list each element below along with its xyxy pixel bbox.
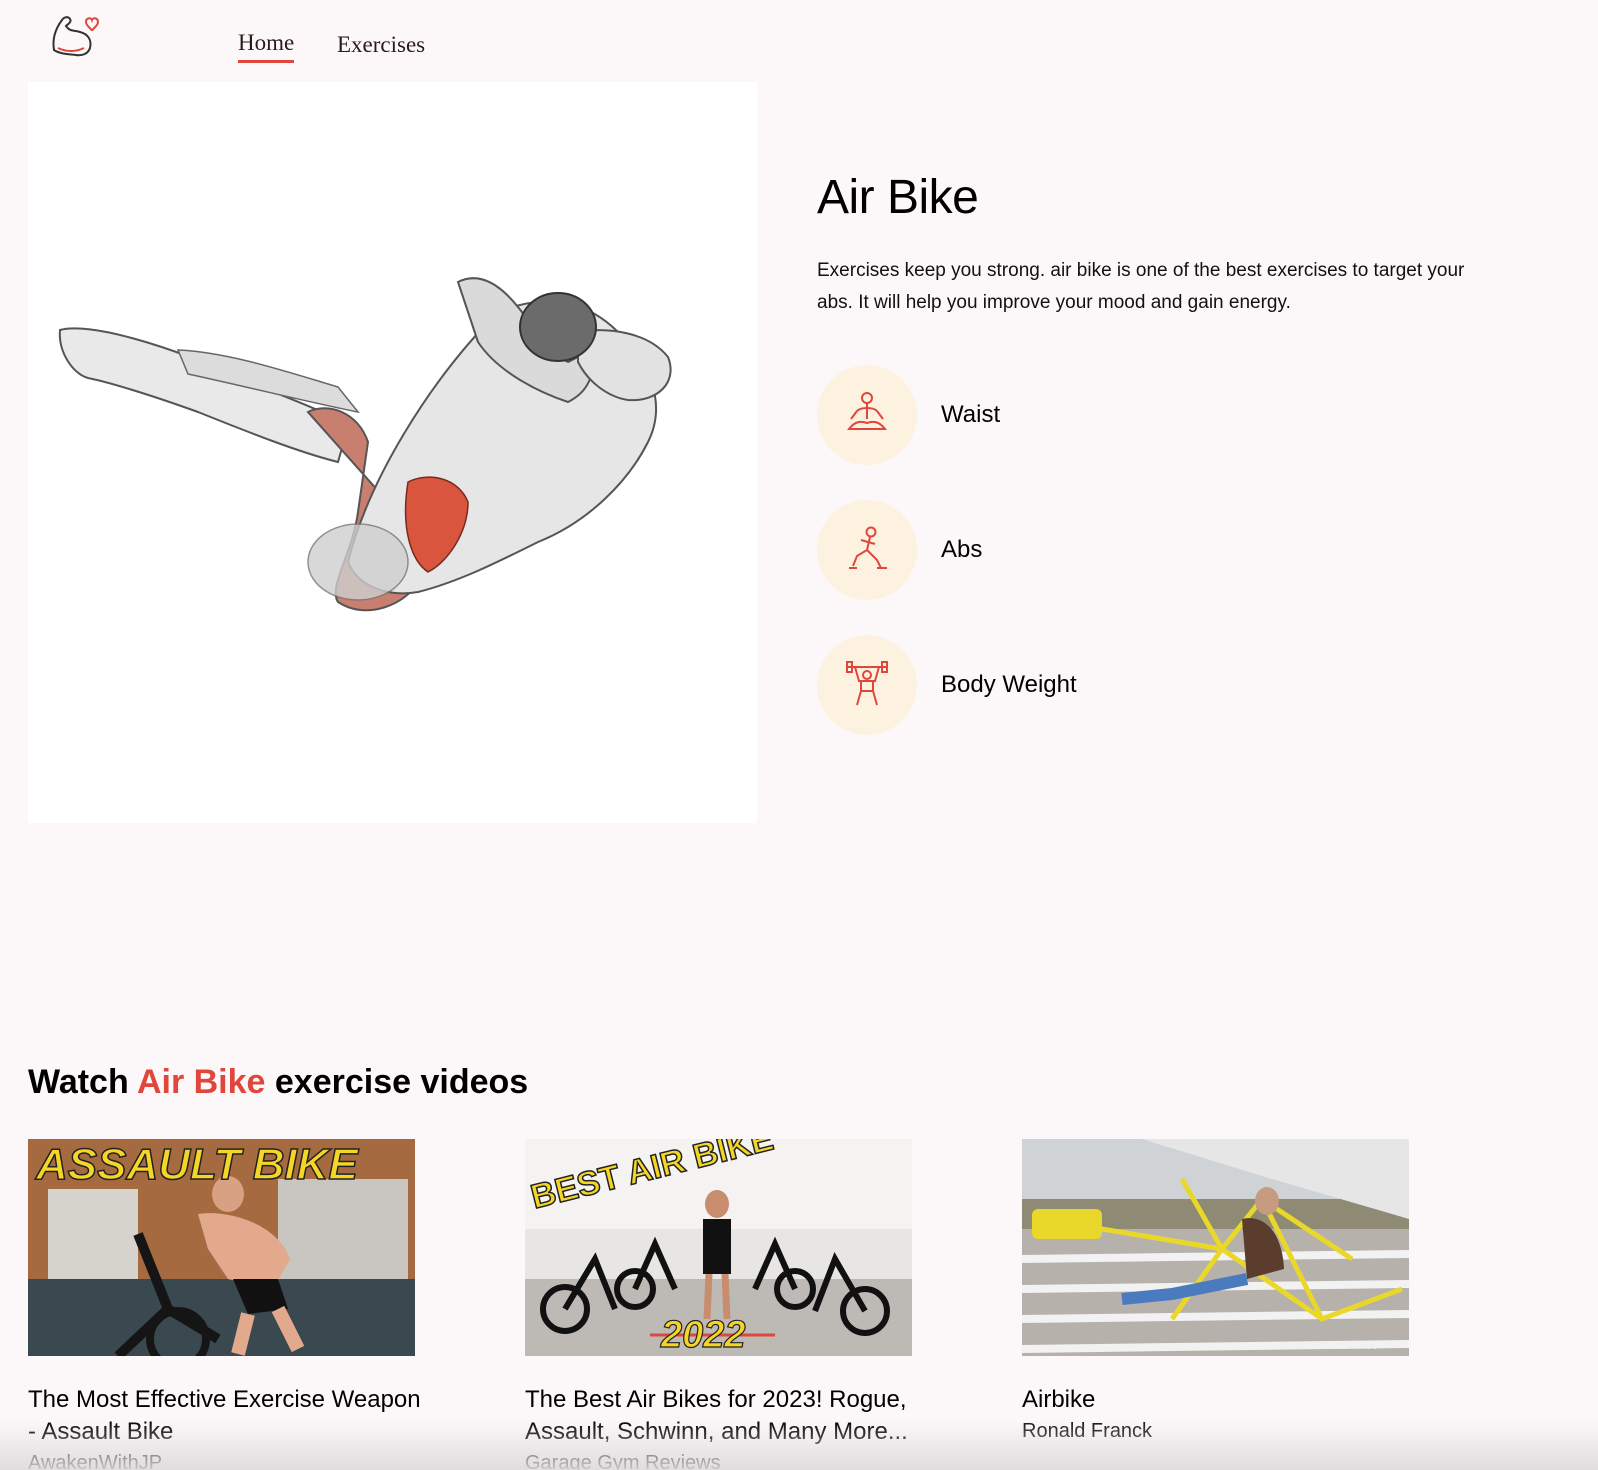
heading-exercise-name: Air Bike [136, 1063, 266, 1101]
thumbnail-year: 2022 [660, 1314, 746, 1356]
exercise-detail: Air Bike Exercises keep you strong. air … [817, 170, 1517, 319]
video-channel: Ronald Franck [1022, 1420, 1153, 1442]
video-channel: Garage Gym Reviews [525, 1452, 721, 1470]
exercise-title: Air Bike [817, 171, 979, 224]
video-title[interactable]: The Best Air Bikes for 2023! Rogue, Assa… [525, 1384, 925, 1448]
nav-link-exercises[interactable]: Exercises [337, 32, 425, 58]
video-thumbnail[interactable]: BEST AIR BIKE 2022 [525, 1139, 912, 1356]
nav-link-home[interactable]: Home [238, 30, 295, 63]
thumbnail-timestamp: 11/01/2018 01:49:59 [1278, 1340, 1378, 1352]
top-nav: Home Exercises [0, 0, 1598, 80]
thumbnail-text: ASSAULT BIKE [35, 1140, 360, 1189]
video-thumbnail[interactable]: 11/01/2018 01:49:59 [1022, 1139, 1409, 1356]
video-card-2[interactable]: BEST AIR BIKE 2022 The Best Air Bikes fo… [525, 1139, 925, 1470]
video-title[interactable]: The Most Effective Exercise Weapon - Ass… [28, 1384, 428, 1448]
tag-label: Waist [941, 401, 1001, 428]
tag-label: Body Weight [941, 671, 1077, 698]
tag-abs: Abs [817, 500, 1217, 600]
tag-label: Abs [941, 536, 983, 563]
videos-heading: Watch Air Bike exercise videos [28, 1063, 528, 1102]
video-card-1[interactable]: ASSAULT BIKE The Most Effective Exercise… [28, 1139, 428, 1470]
tag-waist: Waist [817, 365, 1217, 465]
video-channel: AwakenWithJP [28, 1452, 163, 1470]
heading-suffix: exercise videos [274, 1063, 529, 1101]
lunge-pose-icon [817, 500, 917, 600]
weightlifter-icon [817, 635, 917, 735]
video-thumbnail[interactable]: ASSAULT BIKE [28, 1139, 415, 1356]
exercise-description: Exercises keep you strong. air bike is o… [817, 260, 1465, 313]
exercise-illustration [28, 82, 757, 823]
meditation-pose-icon [817, 365, 917, 465]
video-card-3[interactable]: 11/01/2018 01:49:59 Airbike Ronald Franc… [1022, 1139, 1422, 1446]
tag-body-weight: Body Weight [817, 635, 1217, 735]
video-title[interactable]: Airbike [1022, 1384, 1422, 1416]
flexed-arm-heart-icon[interactable] [46, 8, 100, 60]
heading-prefix: Watch [28, 1063, 129, 1101]
